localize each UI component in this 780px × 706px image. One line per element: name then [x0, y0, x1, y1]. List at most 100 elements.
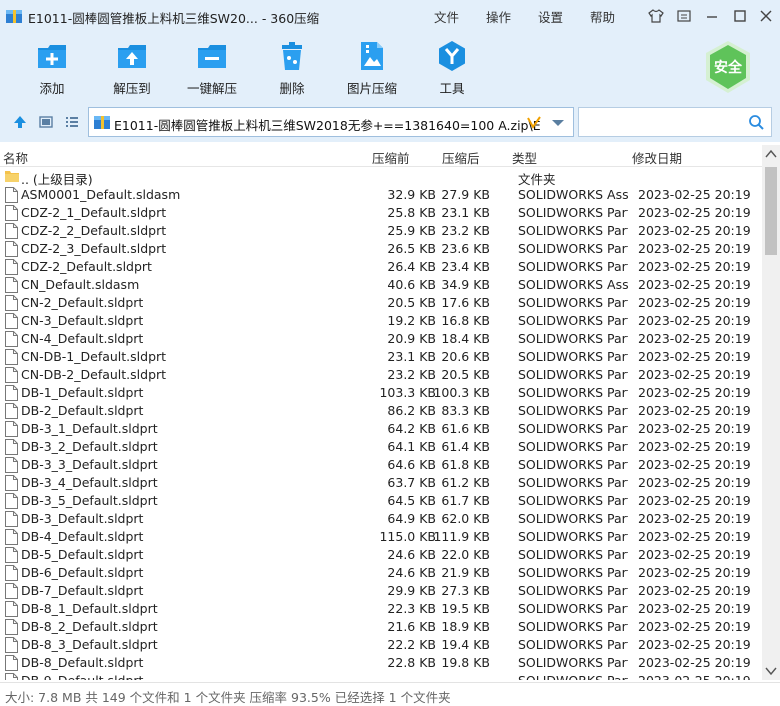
close-button[interactable]: [756, 6, 776, 26]
scroll-up-icon[interactable]: [765, 149, 777, 159]
file-name: CN-3_Default.sldprt: [21, 313, 144, 328]
file-icon: [5, 367, 18, 383]
column-name[interactable]: 名称: [3, 148, 28, 167]
table-row[interactable]: DB-3_4_Default.sldprt 63.7 KB 61.2 KB SOLID…: [0, 474, 762, 492]
table-row[interactable]: DB-3_5_Default.sldprt 64.5 KB 61.7 KB SOLID…: [0, 492, 762, 510]
file-type: SOLIDWORKS Part Document: [518, 205, 628, 220]
window-title: E1011-圆棒圆管推板上料机三维SW20... - 360压缩: [28, 11, 320, 26]
table-row[interactable]: DB-7_Default.sldprt 29.9 KB 27.3 KB SOLIDWO…: [0, 582, 762, 600]
file-packed-size: 25.9 KB: [387, 223, 436, 238]
search-icon[interactable]: [748, 114, 765, 131]
up-arrow-icon[interactable]: [12, 114, 28, 130]
file-compressed-size: 61.2 KB: [441, 475, 490, 490]
minimize-button[interactable]: [702, 6, 722, 26]
scrollbar-thumb[interactable]: [765, 167, 777, 255]
table-row[interactable]: CN-DB-2_Default.sldprt 23.2 KB 20.5 KB SOLI…: [0, 366, 762, 384]
table-row[interactable]: DB-2_Default.sldprt 86.2 KB 83.3 KB SOLIDWO…: [0, 402, 762, 420]
table-row[interactable]: DB-9_Default.sldprt SOLIDWORKS Part Docum…: [0, 672, 762, 680]
column-modified[interactable]: 修改日期: [632, 148, 682, 167]
file-type: SOLIDWORKS Part Document: [518, 601, 628, 616]
tools-button[interactable]: 工具: [414, 36, 490, 98]
column-compressed[interactable]: 压缩后: [442, 148, 480, 167]
file-modified: 2023-02-25 20:19: [638, 187, 751, 202]
table-row[interactable]: CN-DB-1_Default.sldprt 23.1 KB 20.6 KB SOLI…: [0, 348, 762, 366]
file-packed-size: 22.3 KB: [387, 601, 436, 616]
skin-button[interactable]: [646, 6, 666, 26]
table-row[interactable]: DB-8_Default.sldprt 22.8 KB 19.8 KB SOLIDWO…: [0, 654, 762, 672]
security-badge[interactable]: 安全: [704, 40, 752, 94]
file-packed-size: 26.4 KB: [387, 259, 436, 274]
delete-button[interactable]: 删除: [254, 36, 330, 98]
file-icon: [5, 223, 18, 239]
thumbnail-view-icon[interactable]: [38, 114, 54, 130]
file-type: SOLIDWORKS Part Document: [518, 565, 628, 580]
path-field[interactable]: E1011-圆棒圆管推板上料机三维SW2018无参+==1381640=100 …: [88, 107, 574, 137]
menu-settings[interactable]: 设置: [538, 7, 563, 26]
table-row[interactable]: CDZ-2_1_Default.sldprt 25.8 KB 23.1 KB SOLI…: [0, 204, 762, 222]
table-row[interactable]: CN-3_Default.sldprt 19.2 KB 16.8 KB SOLIDWO…: [0, 312, 762, 330]
extract-to-button[interactable]: 解压到: [94, 36, 170, 98]
scroll-down-icon[interactable]: [765, 666, 777, 676]
vertical-scrollbar[interactable]: [762, 145, 780, 680]
list-view-icon[interactable]: [64, 114, 80, 130]
table-row[interactable]: CDZ-2_2_Default.sldprt 25.9 KB 23.2 KB SOLI…: [0, 222, 762, 240]
file-packed-size: 22.8 KB: [387, 655, 436, 670]
file-icon: [5, 493, 18, 509]
file-icon: [5, 349, 18, 365]
maximize-button[interactable]: [730, 6, 750, 26]
file-icon: [5, 601, 18, 617]
table-row[interactable]: CDZ-2_3_Default.sldprt 26.5 KB 23.6 KB SOLI…: [0, 240, 762, 258]
add-button[interactable]: 添加: [14, 36, 90, 98]
table-row[interactable]: DB-3_1_Default.sldprt 64.2 KB 61.6 KB SOLID…: [0, 420, 762, 438]
table-row[interactable]: CDZ-2_Default.sldprt 26.4 KB 23.4 KB SOLIDW…: [0, 258, 762, 276]
table-row[interactable]: DB-8_2_Default.sldprt 21.6 KB 18.9 KB SOLID…: [0, 618, 762, 636]
extract-to-icon: [118, 45, 146, 68]
file-modified: 2023-02-25 20:19: [638, 385, 751, 400]
image-compress-button[interactable]: 图片压缩: [334, 36, 410, 98]
table-row[interactable]: DB-8_3_Default.sldprt 22.2 KB 19.4 KB SOLID…: [0, 636, 762, 654]
menu-operate[interactable]: 操作: [486, 7, 511, 26]
tools-label: 工具: [439, 81, 465, 96]
table-row[interactable]: CN-2_Default.sldprt 20.5 KB 17.6 KB SOLIDWO…: [0, 294, 762, 312]
file-name: CN-4_Default.sldprt: [21, 331, 144, 346]
file-modified: 2023-02-25 20:19: [638, 241, 751, 256]
table-row[interactable]: DB-3_2_Default.sldprt 64.1 KB 61.4 KB SOLID…: [0, 438, 762, 456]
table-row[interactable]: DB-3_3_Default.sldprt 64.6 KB 61.8 KB SOLID…: [0, 456, 762, 474]
file-name: CN-DB-2_Default.sldprt: [21, 367, 167, 382]
table-row[interactable]: DB-3_Default.sldprt 64.9 KB 62.0 KB SOLIDWO…: [0, 510, 762, 528]
table-row[interactable]: DB-8_1_Default.sldprt 22.3 KB 19.5 KB SOLID…: [0, 600, 762, 618]
message-icon: [677, 10, 691, 22]
maximize-icon: [734, 10, 746, 22]
file-type: SOLIDWORKS Part Document: [518, 295, 628, 310]
table-row[interactable]: DB-5_Default.sldprt 24.6 KB 22.0 KB SOLIDWO…: [0, 546, 762, 564]
file-type: SOLIDWORKS Part Document: [518, 331, 628, 346]
table-row[interactable]: DB-1_Default.sldprt 103.3 KB 100.3 KB SOLID…: [0, 384, 762, 402]
table-row[interactable]: DB-6_Default.sldprt 24.6 KB 21.9 KB SOLIDWO…: [0, 564, 762, 582]
status-text: 大小: 7.8 MB 共 149 个文件和 1 个文件夹 压缩率 93.5% 已…: [5, 690, 451, 705]
file-modified: 2023-02-25 20:19: [638, 583, 751, 598]
feedback-button[interactable]: [674, 6, 694, 26]
file-modified: 2023-02-25 20:19: [638, 277, 751, 292]
menu-file[interactable]: 文件: [434, 7, 459, 26]
file-packed-size: 24.6 KB: [387, 565, 436, 580]
delete-label: 删除: [279, 81, 305, 96]
minimize-icon: [707, 16, 717, 18]
table-row[interactable]: DB-4_Default.sldprt 115.0 KB 111.9 KB SOLID…: [0, 528, 762, 546]
file-compressed-size: 23.2 KB: [441, 223, 490, 238]
search-input[interactable]: [578, 107, 772, 137]
table-row[interactable]: .. (上级目录) 文件夹: [0, 168, 762, 187]
column-packed[interactable]: 压缩前: [372, 148, 410, 167]
table-row[interactable]: ASM0001_Default.sldasm 32.9 KB 27.9 KB SOLI…: [0, 186, 762, 204]
column-type[interactable]: 类型: [512, 148, 537, 167]
menu-help[interactable]: 帮助: [590, 7, 615, 26]
file-icon: [5, 439, 18, 455]
file-compressed-size: 83.3 KB: [441, 403, 490, 418]
file-compressed-size: 61.6 KB: [441, 421, 490, 436]
table-row[interactable]: CN-4_Default.sldprt 20.9 KB 18.4 KB SOLIDWO…: [0, 330, 762, 348]
file-packed-size: 64.2 KB: [387, 421, 436, 436]
one-click-extract-button[interactable]: 一键解压: [174, 36, 250, 98]
chevron-down-icon[interactable]: [551, 118, 565, 128]
table-row[interactable]: CN_Default.sldasm 40.6 KB 34.9 KB SOLIDWORK…: [0, 276, 762, 294]
file-list: .. (上级目录) 文件夹 ASM0001_Default.sldasm 32.9 K…: [0, 168, 762, 680]
file-type: SOLIDWORKS Part Document: [518, 403, 628, 418]
